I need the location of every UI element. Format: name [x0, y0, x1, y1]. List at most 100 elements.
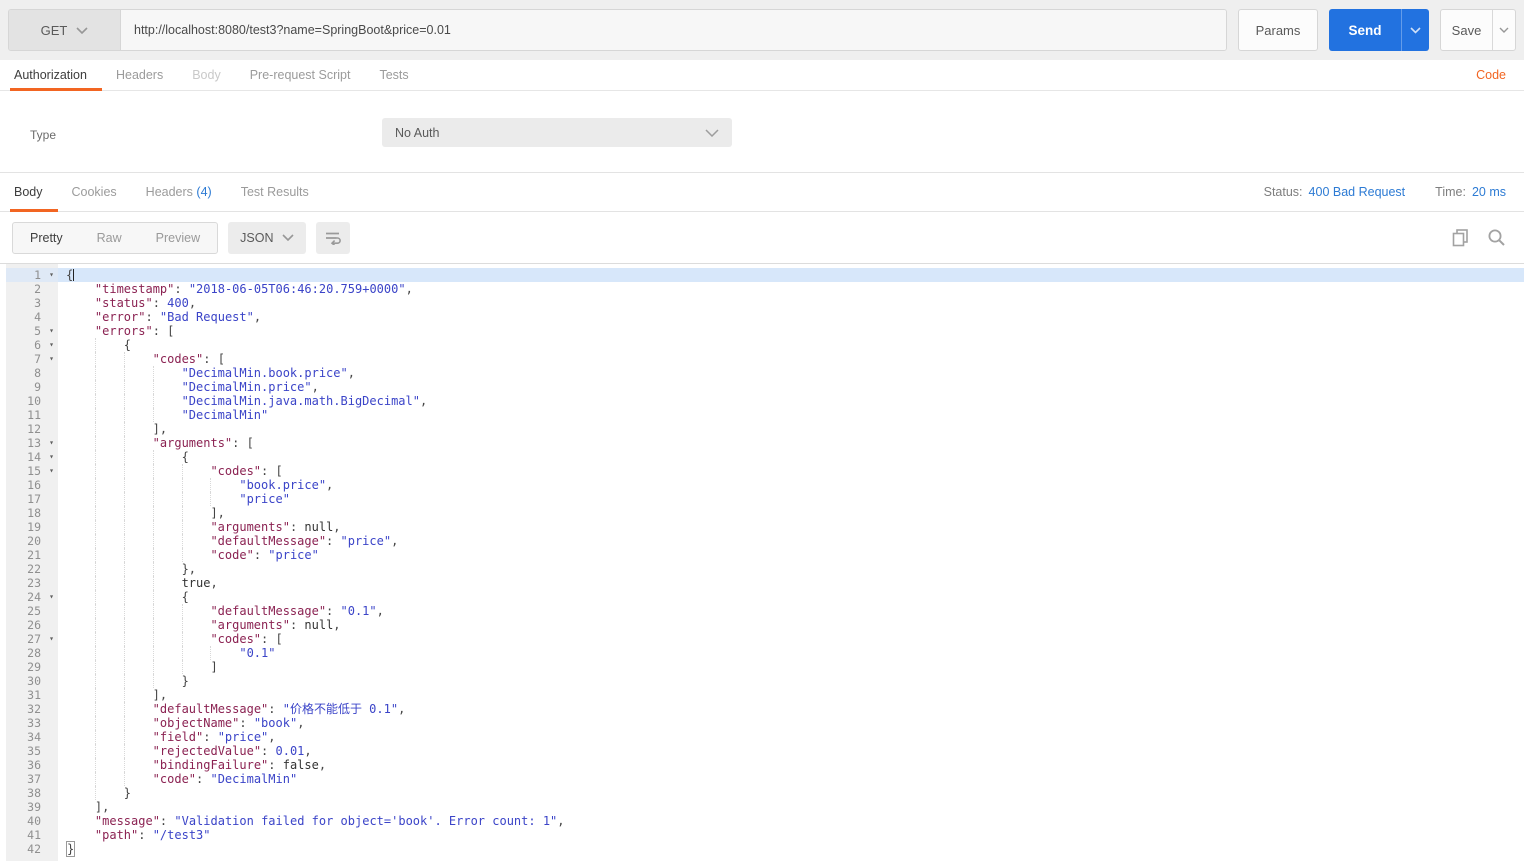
tab-response-body[interactable]: Body [10, 173, 57, 212]
auth-type-label: Type [30, 128, 57, 142]
wrap-text-button[interactable] [316, 221, 351, 254]
line-number-gutter: 1 ▾ 2 3 4 5 ▾ 6 ▾ 7 ▾ 8 9 10 11 12 13 ▾ 14 ▾ 15 ▾ 16 17 18 19 20 21… [6, 264, 58, 861]
code-line: "path": "/test3" [94, 828, 211, 842]
line-number: 36 [27, 758, 41, 772]
line-number: 32 [27, 702, 41, 716]
code-line: ], [58, 688, 1524, 702]
code-line: { [58, 338, 1524, 352]
fold-toggle-icon[interactable]: ▾ [49, 352, 54, 366]
tab-cookies[interactable]: Cookies [72, 173, 117, 211]
fold-toggle-icon[interactable]: ▾ [49, 632, 54, 646]
wrap-text-icon [326, 232, 342, 245]
code-line: ], [58, 506, 1524, 520]
copy-icon[interactable] [1451, 228, 1470, 247]
view-mode-raw[interactable]: Raw [80, 223, 139, 253]
tab-response-headers[interactable]: Headers (4) [146, 173, 212, 211]
http-method-value: GET [40, 22, 68, 38]
line-number: 11 [27, 408, 41, 422]
response-headers-label: Headers [145, 185, 193, 199]
fold-toggle-icon[interactable]: ▾ [49, 450, 54, 464]
tab-tests[interactable]: Tests [379, 60, 408, 90]
code-line: "codes": [ [58, 352, 1524, 366]
time-label: Time: [1435, 185, 1466, 199]
line-number: 5 ▾ [34, 324, 54, 338]
code-line: "price" [58, 492, 1524, 506]
fold-toggle-icon[interactable]: ▾ [49, 324, 54, 338]
view-mode-preview[interactable]: Preview [139, 223, 217, 253]
response-headers-count: (4) [196, 185, 212, 199]
fold-toggle-icon[interactable]: ▾ [49, 268, 54, 282]
line-number: 21 [27, 548, 41, 562]
line-number: 9 [34, 380, 41, 394]
line-number: 42 [27, 842, 41, 856]
response-body-editor[interactable]: 1 ▾ 2 3 4 5 ▾ 6 ▾ 7 ▾ 8 9 10 11 12 13 ▾ 14 ▾ 15 ▾ 16 17 18 19 20 21… [0, 263, 1524, 861]
auth-type-select[interactable]: No Auth [382, 118, 732, 147]
line-number: 1 ▾ [6, 268, 58, 282]
code-line: "code": "price" [58, 548, 1524, 562]
code-line: "status": 400, [94, 296, 197, 310]
code-line: "field": "price", [58, 730, 1524, 744]
tab-prerequest-script[interactable]: Pre-request Script [250, 60, 351, 90]
language-select[interactable]: JSON [228, 221, 307, 254]
code-line: } [58, 674, 1524, 688]
code-line: "DecimalMin.book.price", [58, 366, 1524, 380]
code-line: "defaultMessage": "0.1", [58, 604, 1524, 618]
line-number: 4 [34, 310, 41, 324]
code-line: }, [58, 562, 1524, 576]
code-line: "arguments": null, [58, 520, 1524, 534]
line-number: 7 ▾ [34, 352, 54, 366]
code-line: "code": "DecimalMin" [58, 772, 1524, 786]
code-line: "DecimalMin.java.math.BigDecimal", [58, 394, 1524, 408]
line-number: 19 [27, 520, 41, 534]
fold-toggle-icon[interactable]: ▾ [49, 464, 54, 478]
view-mode-group: Pretty Raw Preview [12, 221, 219, 254]
save-options-button[interactable] [1493, 10, 1515, 50]
code-line: "codes": [ [58, 464, 1524, 478]
chevron-down-icon [1410, 26, 1421, 34]
auth-type-value: No Auth [395, 125, 440, 140]
text-cursor [73, 269, 75, 281]
code-line: "rejectedValue": 0.01, [58, 744, 1524, 758]
line-number: 33 [27, 716, 41, 730]
code-link[interactable]: Code [1476, 68, 1506, 82]
line-number: 23 [27, 576, 41, 590]
line-number: 27 ▾ [27, 632, 54, 646]
code-line: "errors": [ [94, 324, 175, 338]
line-number: 39 [27, 800, 41, 814]
time-value: 20 ms [1471, 185, 1506, 199]
fold-toggle-icon[interactable]: ▾ [49, 436, 54, 450]
send-options-button[interactable] [1401, 9, 1429, 51]
response-viewer-toolbar: Pretty Raw Preview JSON [0, 212, 1524, 263]
request-url-input[interactable]: http://localhost:8080/test3?name=SpringB… [121, 10, 1226, 50]
search-icon[interactable] [1487, 228, 1506, 247]
request-tabs: Authorization Headers Body Pre-request S… [0, 60, 1524, 91]
tab-headers[interactable]: Headers [116, 60, 163, 90]
http-method-select[interactable]: GET [9, 10, 121, 50]
params-button[interactable]: Params [1238, 9, 1318, 51]
view-mode-pretty[interactable]: Pretty [13, 223, 80, 253]
fold-toggle-icon[interactable]: ▾ [49, 338, 54, 352]
line-number: 25 [27, 604, 41, 618]
url-group: GET http://localhost:8080/test3?name=Spr… [8, 9, 1227, 51]
line-number: 12 [27, 422, 41, 436]
authorization-panel: Type No Auth [0, 91, 1524, 172]
save-button[interactable]: Save [1441, 10, 1493, 50]
line-number: 14 ▾ [27, 450, 54, 464]
line-number: 41 [27, 828, 41, 842]
chevron-down-icon [1499, 27, 1509, 33]
code-line: ], [58, 422, 1524, 436]
line-number: 29 [27, 660, 41, 674]
line-number: 28 [27, 646, 41, 660]
code-line: } [58, 786, 1524, 800]
line-number: 10 [27, 394, 41, 408]
send-button[interactable]: Send [1329, 9, 1401, 51]
tab-test-results[interactable]: Test Results [241, 173, 309, 211]
code-line: "arguments": [ [58, 436, 1524, 450]
line-number: 26 [27, 618, 41, 632]
tab-body[interactable]: Body [192, 60, 221, 90]
save-split-button: Save [1440, 9, 1516, 51]
fold-toggle-icon[interactable]: ▾ [49, 590, 54, 604]
tab-authorization[interactable]: Authorization [10, 60, 102, 91]
status-label: Status: [1263, 185, 1303, 199]
code-line: { [58, 450, 1524, 464]
